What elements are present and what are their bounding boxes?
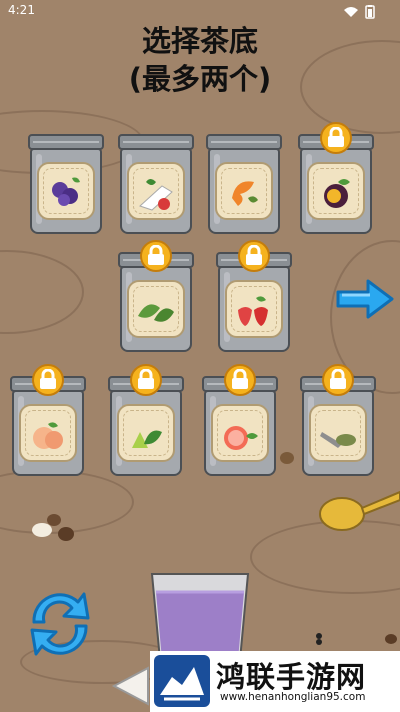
matcha-powder-icon bbox=[320, 432, 356, 448]
jar-strawberry[interactable] bbox=[216, 240, 292, 352]
watermark-logo bbox=[154, 655, 210, 707]
shrimp-icon bbox=[232, 181, 258, 206]
jar-purple-sweet-potato[interactable] bbox=[28, 134, 104, 234]
pebbles bbox=[32, 514, 74, 541]
lock-icon bbox=[328, 127, 344, 147]
title-line-2: (最多两个) bbox=[128, 62, 272, 96]
jar-shrimp[interactable] bbox=[206, 134, 282, 234]
lock-badge bbox=[130, 364, 162, 396]
green-pear-icon bbox=[132, 430, 162, 448]
lock-icon bbox=[40, 369, 56, 389]
lock-icon bbox=[138, 369, 154, 389]
strawberry-milk-icon bbox=[139, 179, 173, 211]
lock-icon bbox=[330, 369, 346, 389]
lock-icon bbox=[232, 369, 248, 389]
lock-badge bbox=[320, 122, 352, 154]
lock-badge bbox=[32, 364, 64, 396]
strawberry-icon bbox=[238, 296, 268, 326]
title-line-1: 选择茶底 bbox=[141, 24, 258, 58]
status-icons bbox=[342, 4, 382, 19]
purple-sweet-potato-icon bbox=[52, 177, 80, 206]
game-screen: 4:21 选择茶底 (最多两个) 鸿联手游网 www.henanhonglian… bbox=[0, 0, 400, 712]
lock-badge bbox=[238, 240, 270, 272]
drink-cup bbox=[150, 573, 250, 660]
wood-grain bbox=[0, 250, 84, 334]
jar-matcha-powder[interactable] bbox=[300, 364, 376, 476]
jar-green-pear[interactable] bbox=[108, 364, 184, 476]
jar-peach[interactable] bbox=[10, 364, 86, 476]
lock-badge bbox=[322, 364, 354, 396]
spoon-icon bbox=[319, 490, 400, 531]
watermark-url: www.henanhonglian95.com bbox=[220, 691, 366, 703]
peach-icon bbox=[33, 422, 63, 449]
ant-icon bbox=[316, 633, 322, 645]
jar-strawberry-milk[interactable] bbox=[118, 134, 194, 234]
jar-tea-leaves[interactable] bbox=[118, 240, 194, 352]
status-bar: 4:21 bbox=[0, 0, 400, 22]
lock-icon bbox=[148, 245, 164, 265]
refresh-button[interactable] bbox=[22, 588, 98, 664]
lock-icon bbox=[246, 245, 262, 265]
lock-badge bbox=[140, 240, 172, 272]
tea-leaves-icon bbox=[138, 304, 174, 322]
jar-grapefruit[interactable] bbox=[202, 364, 278, 476]
jar-passion-fruit[interactable] bbox=[298, 122, 374, 234]
pebble bbox=[385, 634, 397, 644]
refresh-icon bbox=[30, 592, 90, 656]
back-arrow-icon[interactable] bbox=[108, 662, 152, 706]
watermark-name: 鸿联手游网 bbox=[216, 660, 367, 694]
page-title: 选择茶底 (最多两个) bbox=[0, 22, 400, 98]
passion-fruit-icon bbox=[324, 179, 350, 208]
grapefruit-icon bbox=[224, 426, 258, 450]
arrow-right-icon bbox=[336, 279, 394, 319]
wifi-icon bbox=[344, 7, 358, 17]
lock-badge bbox=[224, 364, 256, 396]
watermark: 鸿联手游网 www.henanhonglian95.com bbox=[150, 651, 400, 712]
pebble bbox=[280, 452, 294, 464]
status-time: 4:21 bbox=[8, 3, 35, 17]
next-arrow-button[interactable] bbox=[334, 278, 396, 324]
